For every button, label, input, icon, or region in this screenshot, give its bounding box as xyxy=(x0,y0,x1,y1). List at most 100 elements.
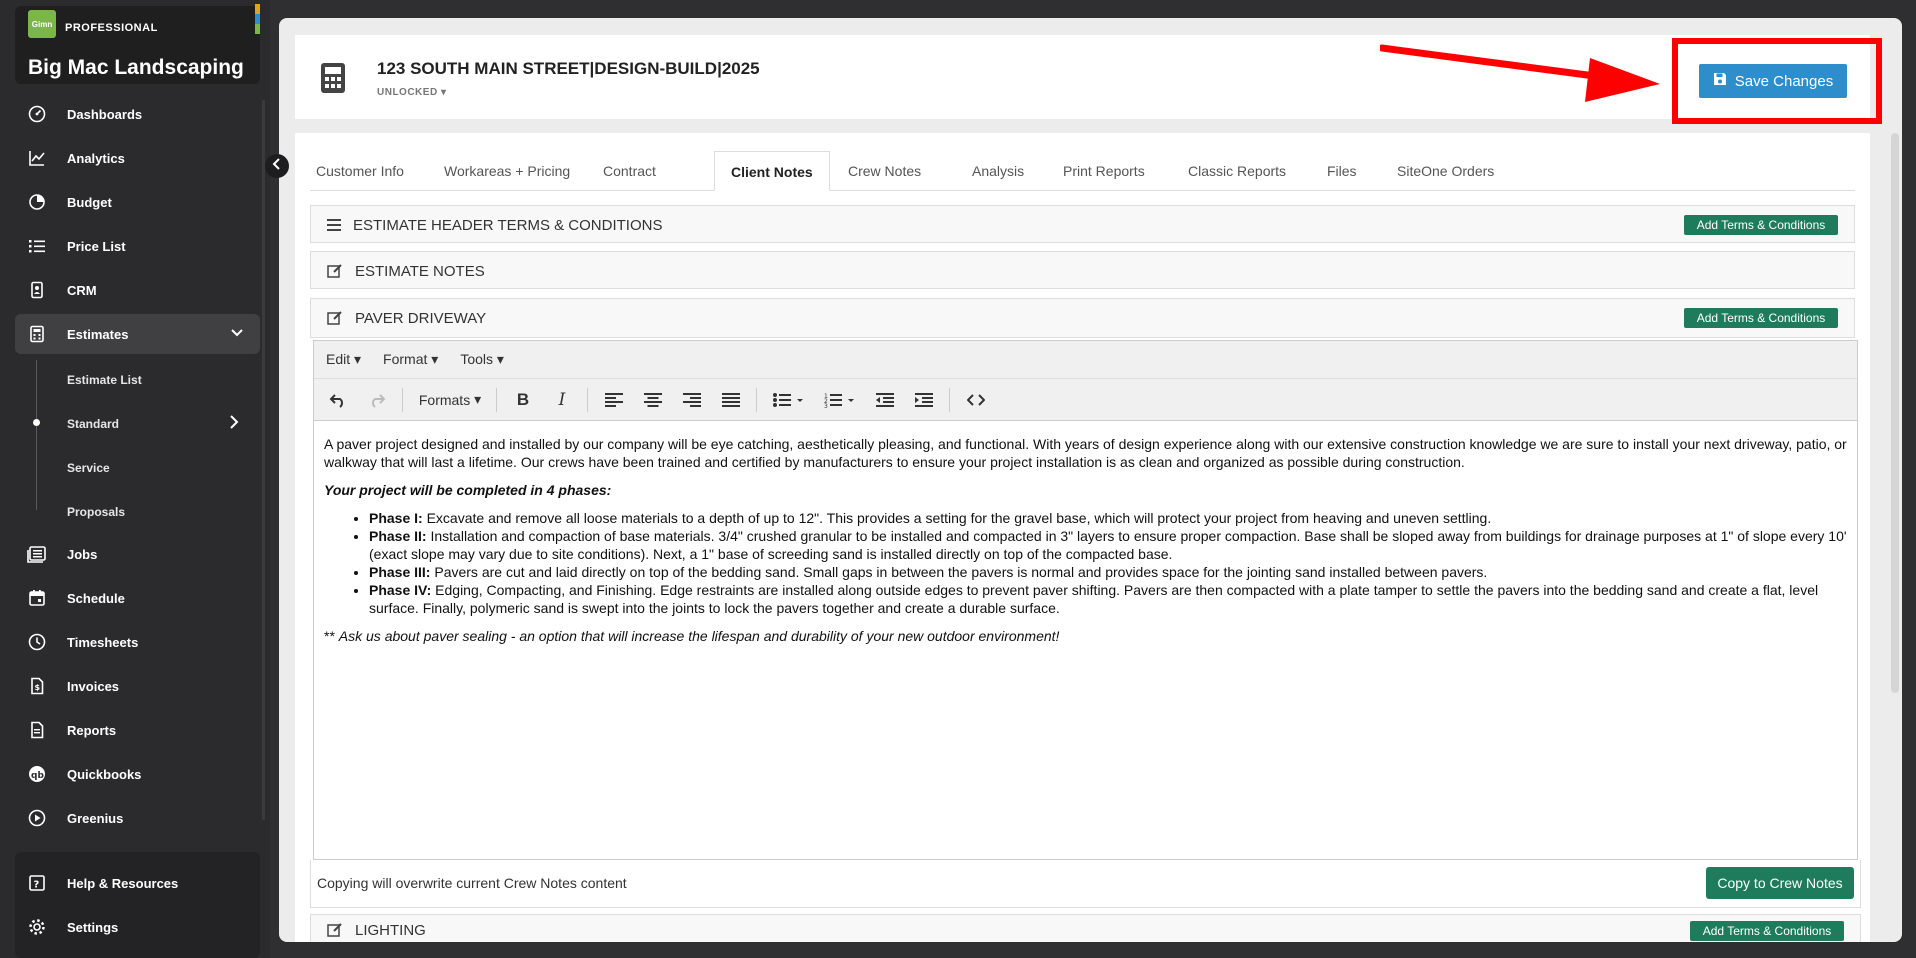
source-code-icon[interactable] xyxy=(962,386,990,414)
intro-paragraph: A paver project designed and installed b… xyxy=(324,436,1847,470)
sidebar: Gimn PROFESSIONAL Big Mac Landscaping Da… xyxy=(0,0,270,958)
subnav-proposals[interactable]: Proposals xyxy=(67,505,125,519)
redo-icon[interactable] xyxy=(363,386,391,414)
subnav-standard[interactable]: Standard xyxy=(67,417,119,431)
nav-jobs[interactable]: Jobs xyxy=(15,534,260,574)
pie-chart-icon xyxy=(27,192,47,212)
chevron-down-icon[interactable] xyxy=(230,326,244,343)
nav-label: Dashboards xyxy=(67,106,143,122)
nav-price-list[interactable]: Price List xyxy=(15,226,260,266)
edit-icon[interactable] xyxy=(327,263,343,279)
nav-estimates[interactable]: Estimates xyxy=(15,314,260,354)
edit-icon[interactable] xyxy=(327,922,343,938)
tab-client-notes[interactable]: Client Notes xyxy=(714,151,830,191)
nav-crm[interactable]: CRM xyxy=(15,270,260,310)
nav-help-resources[interactable]: ? Help & Resources xyxy=(15,863,260,903)
nav-dashboards[interactable]: Dashboards xyxy=(15,94,260,134)
nav-quickbooks[interactable]: qb Quickbooks xyxy=(15,754,260,794)
rich-text-editor[interactable]: Edit ▾ Format ▾ Tools ▾ Formats ▾ B I 12… xyxy=(313,340,1858,860)
tab-analysis[interactable]: Analysis xyxy=(972,151,1024,191)
section-estimate-notes: ESTIMATE NOTES xyxy=(310,251,1855,289)
menu-tools[interactable]: Tools ▾ xyxy=(460,351,504,368)
align-right-icon[interactable] xyxy=(678,386,706,414)
tab-print-reports[interactable]: Print Reports xyxy=(1063,151,1145,191)
nav-timesheets[interactable]: Timesheets xyxy=(15,622,260,662)
numbered-list-icon[interactable]: 123 xyxy=(820,386,860,414)
chevron-right-icon[interactable] xyxy=(228,414,240,435)
list-item: Phase IV: Edging, Compacting, and Finish… xyxy=(369,581,1847,617)
section-title: LIGHTING xyxy=(355,921,426,939)
tab-contract[interactable]: Contract xyxy=(603,151,656,191)
nav-settings[interactable]: Settings xyxy=(15,907,260,947)
copy-to-crew-notes-button[interactable]: Copy to Crew Notes xyxy=(1706,867,1854,899)
list-item: Phase II: Installation and compaction of… xyxy=(369,527,1847,563)
section-paver-driveway: PAVER DRIVEWAY Add Terms & Conditions xyxy=(310,298,1855,338)
align-justify-icon[interactable] xyxy=(717,386,745,414)
nav-budget[interactable]: Budget xyxy=(15,182,260,222)
estimate-tabs: Customer Info Workareas + Pricing Contra… xyxy=(310,151,1855,191)
invoice-icon: $ xyxy=(27,676,47,696)
tab-classic-reports[interactable]: Classic Reports xyxy=(1188,151,1286,191)
gauge-icon xyxy=(27,104,47,124)
gear-icon xyxy=(27,917,47,937)
tab-customer-info[interactable]: Customer Info xyxy=(316,151,404,191)
lock-status: UNLOCKED xyxy=(377,87,438,98)
menu-format[interactable]: Format ▾ xyxy=(383,351,438,368)
nav-label: Budget xyxy=(67,194,112,210)
edit-icon[interactable] xyxy=(327,310,343,326)
menu-edit[interactable]: Edit ▾ xyxy=(326,351,361,368)
section-title: ESTIMATE NOTES xyxy=(355,262,485,280)
tab-siteone-orders[interactable]: SiteOne Orders xyxy=(1397,151,1494,191)
nav-analytics[interactable]: Analytics xyxy=(15,138,260,178)
tab-workareas-pricing[interactable]: Workareas + Pricing xyxy=(444,151,570,191)
editor-menubar: Edit ▾ Format ▾ Tools ▾ xyxy=(314,341,1857,379)
save-changes-label: Save Changes xyxy=(1734,72,1834,90)
tab-crew-notes[interactable]: Crew Notes xyxy=(848,151,921,191)
sidebar-scrollbar[interactable] xyxy=(262,100,265,820)
outdent-icon[interactable] xyxy=(871,386,899,414)
menu-lines-icon[interactable] xyxy=(327,219,341,231)
closing-paragraph: ** Ask us about paver sealing - an optio… xyxy=(324,628,1060,644)
brand-panel[interactable]: Gimn PROFESSIONAL Big Mac Landscaping xyxy=(15,6,260,84)
contact-icon xyxy=(27,280,47,300)
subnav-service[interactable]: Service xyxy=(67,461,110,475)
submenu-tree-line xyxy=(36,360,37,510)
tab-files[interactable]: Files xyxy=(1327,151,1357,191)
lock-status-dropdown[interactable]: UNLOCKED ▾ xyxy=(377,87,446,98)
nav-schedule[interactable]: Schedule xyxy=(15,578,260,618)
editor-content[interactable]: A paver project designed and installed b… xyxy=(314,421,1857,645)
indent-icon[interactable] xyxy=(910,386,938,414)
active-dot xyxy=(33,419,40,426)
phases-list: Phase I: Excavate and remove all loose m… xyxy=(324,509,1847,617)
align-center-icon[interactable] xyxy=(639,386,667,414)
play-circle-icon xyxy=(27,808,47,828)
subnav-estimate-list[interactable]: Estimate List xyxy=(67,373,142,387)
add-terms-button[interactable]: Add Terms & Conditions xyxy=(1684,308,1838,328)
stack-icon xyxy=(27,544,47,564)
bold-icon[interactable]: B xyxy=(509,386,537,414)
nav-reports[interactable]: Reports xyxy=(15,710,260,750)
sidebar-collapse-button[interactable] xyxy=(265,154,289,178)
page-scrollbar[interactable] xyxy=(1891,133,1899,693)
save-changes-button[interactable]: Save Changes xyxy=(1699,64,1847,98)
bullet-list-icon[interactable] xyxy=(769,386,809,414)
align-left-icon[interactable] xyxy=(600,386,628,414)
calculator-icon xyxy=(320,62,346,99)
section-title: PAVER DRIVEWAY xyxy=(355,309,487,327)
formats-dropdown[interactable]: Formats ▾ xyxy=(415,386,485,414)
svg-text:3: 3 xyxy=(824,403,828,408)
line-chart-icon xyxy=(27,148,47,168)
nav-invoices[interactable]: $ Invoices xyxy=(15,666,260,706)
nav-label: Estimates xyxy=(67,326,129,342)
add-terms-button[interactable]: Add Terms & Conditions xyxy=(1690,921,1844,941)
calculator-icon xyxy=(27,324,47,344)
floppy-disk-icon xyxy=(1713,72,1727,90)
caret-down-icon: ▾ xyxy=(440,87,447,98)
clock-icon xyxy=(27,632,47,652)
undo-icon[interactable] xyxy=(324,386,352,414)
nav-greenius[interactable]: Greenius xyxy=(15,798,260,838)
add-terms-button[interactable]: Add Terms & Conditions xyxy=(1684,215,1838,235)
brand-color-bars xyxy=(255,4,261,34)
nav-label: Schedule xyxy=(67,590,125,606)
italic-icon[interactable]: I xyxy=(548,386,576,414)
